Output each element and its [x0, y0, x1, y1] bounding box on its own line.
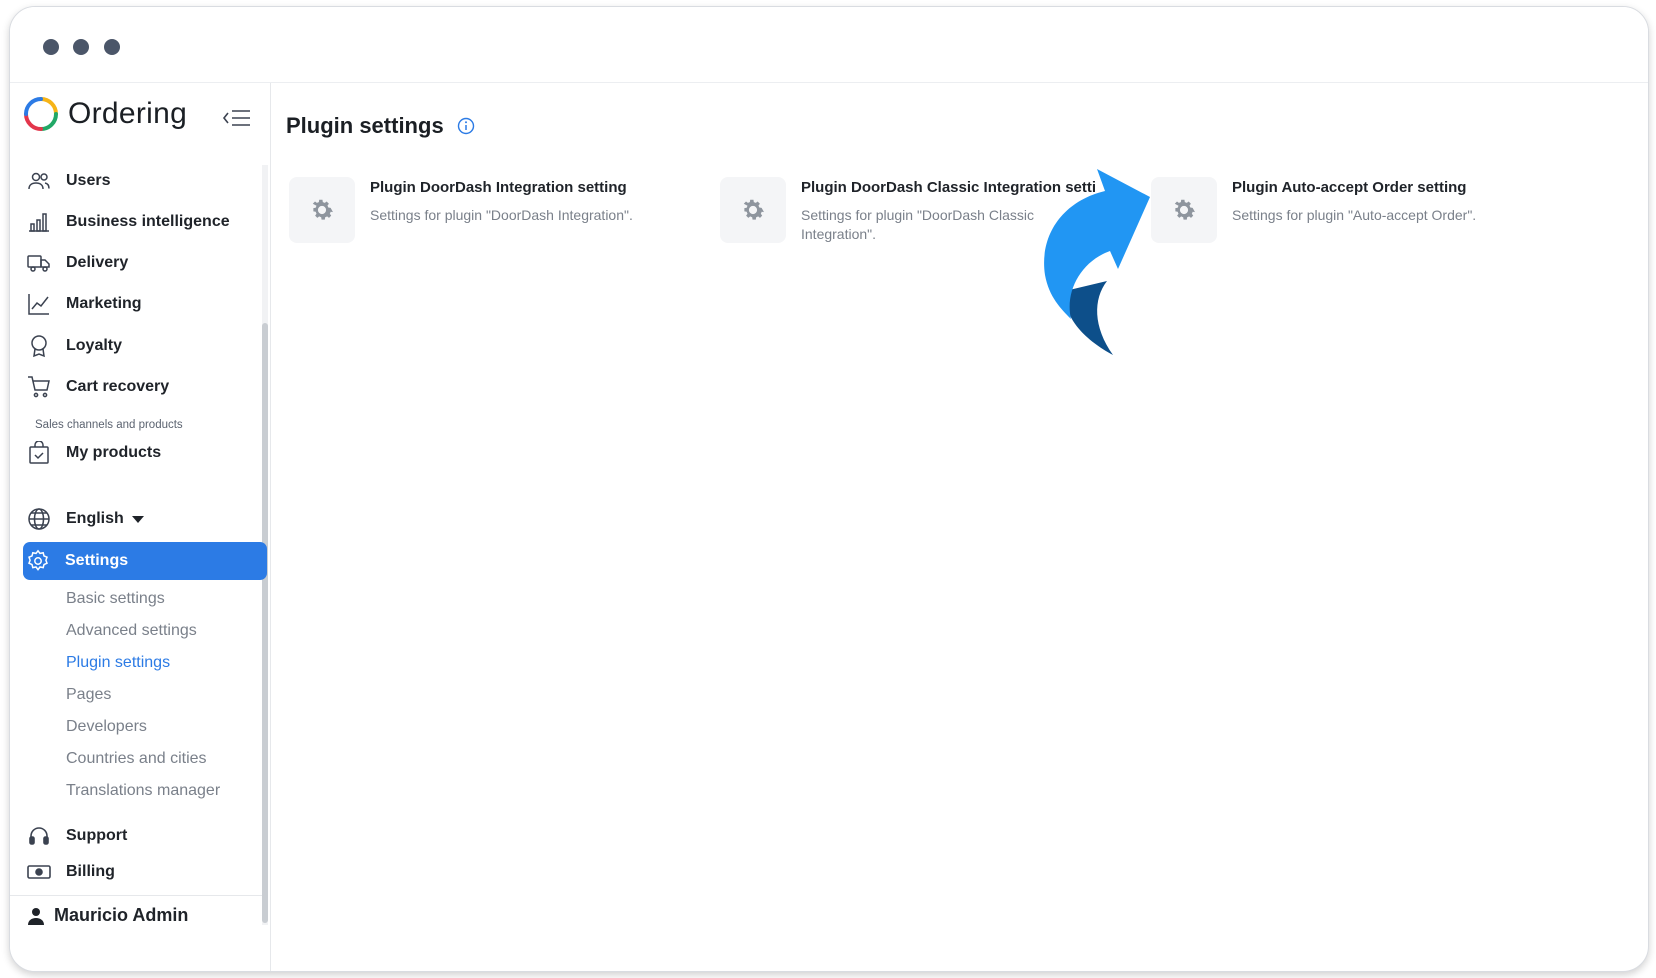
sidebar-item-delivery[interactable]: Delivery [24, 244, 270, 282]
page-title: Plugin settings [286, 113, 475, 139]
page-title-text: Plugin settings [286, 113, 444, 138]
globe-icon [26, 506, 52, 532]
gear-icon [312, 199, 333, 220]
sidebar-item-label: Settings [65, 552, 129, 569]
sidebar-item-billing[interactable]: Billing [24, 853, 270, 891]
plugin-thumbnail [289, 177, 355, 243]
sidebar-item-label: Cart recovery [66, 378, 170, 395]
sidebar-item-label: Loyalty [66, 337, 123, 354]
line-chart-icon [26, 291, 52, 317]
logo[interactable]: Ordering [24, 97, 187, 131]
plugin-card-doordash-classic[interactable]: Plugin DoorDash Classic Integration sett… [720, 177, 1096, 244]
plugin-card-description: Settings for plugin "DoorDash Classic In… [801, 207, 1034, 242]
collapse-menu-icon [222, 110, 250, 126]
window-titlebar [10, 7, 1648, 83]
ordering-logo-icon [24, 97, 58, 131]
submenu-basic-settings[interactable]: Basic settings [66, 590, 165, 608]
sidebar-item-business-intelligence[interactable]: Business intelligence [24, 203, 270, 241]
shopping-bag-icon [26, 440, 52, 466]
sidebar-collapse-button[interactable] [222, 107, 252, 129]
plugin-card-description: Settings for plugin "DoorDash Integratio… [370, 207, 633, 223]
language-selector[interactable]: English [24, 500, 270, 538]
sidebar-item-marketing[interactable]: Marketing [24, 285, 270, 323]
sidebar-item-label: Billing [66, 863, 115, 880]
user-separator [10, 895, 262, 896]
submenu-pages[interactable]: Pages [66, 686, 111, 704]
logo-text: Ordering [68, 97, 188, 130]
gear-icon [25, 548, 51, 574]
sidebar-item-my-products[interactable]: My products [24, 434, 270, 472]
submenu-translations-manager[interactable]: Translations manager [66, 782, 220, 800]
sidebar-item-label: Delivery [66, 254, 129, 271]
plugin-thumbnail [720, 177, 786, 243]
sidebar: Ordering Users Business intelligence Del… [10, 83, 271, 971]
cart-icon [26, 374, 52, 400]
sidebar-item-cart-recovery[interactable]: Cart recovery [24, 368, 270, 406]
window-minimize-dot[interactable] [73, 39, 89, 55]
submenu-plugin-settings[interactable]: Plugin settings [66, 654, 170, 672]
window-close-dot[interactable] [43, 39, 59, 55]
app-window: Ordering Users Business intelligence Del… [9, 6, 1649, 972]
sidebar-item-label: Support [66, 827, 128, 844]
award-icon [26, 333, 52, 359]
plugin-card-doordash[interactable]: Plugin DoorDash Integration setting Sett… [289, 177, 689, 243]
plugin-card-title: Plugin Auto-accept Order setting [1232, 179, 1467, 196]
sidebar-item-settings[interactable]: Settings [23, 542, 267, 580]
bar-chart-icon [26, 209, 52, 235]
user-profile[interactable]: Mauricio Admin [26, 905, 188, 926]
main-content: Plugin settings Plugin DoorDash Integrat… [271, 83, 1648, 971]
sidebar-item-label: My products [66, 444, 162, 461]
info-icon[interactable] [457, 117, 475, 135]
submenu-developers[interactable]: Developers [66, 718, 147, 736]
cash-icon [26, 859, 52, 885]
plugin-card-title: Plugin DoorDash Classic Integration sett… [801, 179, 1097, 196]
section-label-sales-channels: Sales channels and products [35, 419, 183, 431]
sidebar-item-loyalty[interactable]: Loyalty [24, 327, 270, 365]
submenu-countries-and-cities[interactable]: Countries and cities [66, 750, 207, 768]
user-icon [28, 907, 44, 925]
gear-icon [1174, 199, 1195, 220]
plugin-thumbnail [1151, 177, 1217, 243]
window-maximize-dot[interactable] [104, 39, 120, 55]
gear-icon [743, 199, 764, 220]
sidebar-item-label: Marketing [66, 295, 142, 312]
submenu-advanced-settings[interactable]: Advanced settings [66, 622, 197, 640]
users-icon [26, 168, 52, 194]
plugin-card-description: Settings for plugin "Auto-accept Order". [1232, 207, 1477, 223]
truck-icon [26, 250, 52, 276]
headset-icon [26, 823, 52, 849]
plugin-card-title: Plugin DoorDash Integration setting [370, 179, 627, 196]
sidebar-item-label: Users [66, 172, 111, 189]
sidebar-item-support[interactable]: Support [24, 817, 270, 855]
sidebar-item-label: Business intelligence [66, 213, 230, 230]
plugin-card-auto-accept-order[interactable]: Plugin Auto-accept Order setting Setting… [1151, 177, 1551, 243]
sidebar-item-users[interactable]: Users [24, 162, 270, 200]
user-name: Mauricio Admin [54, 905, 189, 925]
caret-down-icon [131, 515, 144, 523]
language-label: English [66, 510, 124, 527]
